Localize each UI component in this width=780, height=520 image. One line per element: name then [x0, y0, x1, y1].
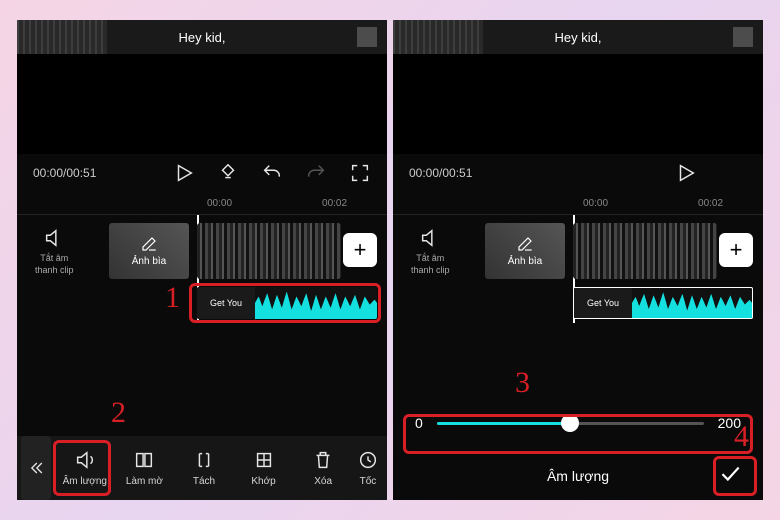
video-track[interactable]	[573, 223, 717, 279]
tool-match[interactable]: Khớp	[234, 449, 294, 487]
player-controls: 00:00/00:51	[393, 154, 763, 198]
tool-label: Làm mờ	[126, 476, 163, 487]
volume-slider[interactable]	[437, 422, 704, 425]
mute-clip-label: Tắt âm	[35, 253, 74, 265]
add-clip-button[interactable]: +	[343, 233, 377, 267]
toolbar-back-button[interactable]	[21, 436, 51, 500]
tool-label: Tách	[193, 476, 215, 487]
tool-label: Xóa	[314, 476, 332, 487]
redo-button[interactable]	[305, 162, 327, 184]
keyframe-button[interactable]	[217, 162, 239, 184]
preview-close-button[interactable]	[357, 27, 377, 47]
callout-number-4: 4	[734, 420, 749, 454]
preview-title: Hey kid,	[555, 30, 602, 45]
mute-clip-label: Tắt âm	[411, 253, 450, 265]
player-controls: 00:00/00:51	[17, 154, 387, 198]
timecode: 00:00/00:51	[409, 166, 472, 180]
audio-track-label: Get You	[574, 288, 632, 318]
tool-label: Khớp	[251, 476, 275, 487]
tool-label: Âm lượng	[63, 476, 107, 487]
mute-clip-label: thanh clip	[35, 265, 74, 277]
waveform	[255, 287, 377, 319]
video-canvas	[17, 54, 387, 154]
ruler-tick: 00:00	[583, 198, 608, 212]
preview-title: Hey kid,	[179, 30, 226, 45]
cover-clip-label: Ảnh bìa	[132, 256, 166, 267]
tool-volume[interactable]: Âm lượng	[55, 449, 115, 487]
slider-thumb[interactable]	[561, 414, 579, 432]
ruler-tick: 00:00	[207, 198, 232, 212]
timeline[interactable]: Tắt âm thanh clip Ảnh bìa + Get You	[393, 215, 763, 325]
callout-number-3: 3	[515, 366, 530, 400]
mute-clip-button[interactable]: Tắt âm thanh clip	[35, 227, 74, 276]
waveform	[632, 288, 752, 318]
audio-track-selected[interactable]: Get You	[573, 287, 753, 319]
video-preview: Hey kid,	[17, 20, 387, 54]
bottom-bar: Âm lượng	[393, 452, 763, 500]
confirm-button[interactable]	[717, 460, 751, 492]
video-track[interactable]	[197, 223, 341, 279]
mute-clip-button[interactable]: Tắt âm thanh clip	[411, 227, 450, 276]
video-canvas	[393, 54, 763, 154]
timeline-ruler: 00:00 00:02	[17, 198, 387, 212]
volume-slider-panel: 0 200	[393, 398, 763, 448]
audio-track[interactable]: Get You	[197, 287, 377, 319]
timeline-ruler: 00:00 00:02	[393, 198, 763, 212]
cover-clip-label: Ảnh bìa	[508, 256, 542, 267]
tool-delete[interactable]: Xóa	[293, 449, 353, 487]
audio-track-label: Get You	[197, 287, 255, 319]
tool-speed[interactable]: Tốc	[353, 449, 383, 487]
play-button[interactable]	[675, 162, 697, 184]
screen-step-1-2: Hey kid, 00:00/00:51 00:00 00:02 Tắt âm …	[17, 20, 387, 500]
fullscreen-button[interactable]	[349, 162, 371, 184]
undo-button[interactable]	[261, 162, 283, 184]
video-preview: Hey kid,	[393, 20, 763, 54]
tool-label: Tốc	[360, 476, 377, 487]
timecode: 00:00/00:51	[33, 166, 96, 180]
bottom-toolbar: Âm lượng Làm mờ Tách Khớp Xóa Tốc	[17, 436, 387, 500]
tool-blur[interactable]: Làm mờ	[115, 449, 175, 487]
preview-close-button[interactable]	[733, 27, 753, 47]
cover-clip[interactable]: Ảnh bìa	[109, 223, 189, 279]
panel-title: Âm lượng	[547, 468, 609, 484]
callout-number-2: 2	[111, 396, 126, 430]
cover-clip[interactable]: Ảnh bìa	[485, 223, 565, 279]
tool-split[interactable]: Tách	[174, 449, 234, 487]
add-clip-button[interactable]: +	[719, 233, 753, 267]
play-button[interactable]	[173, 162, 195, 184]
slider-min-label: 0	[415, 415, 423, 431]
callout-number-1: 1	[165, 281, 180, 315]
ruler-tick: 00:02	[698, 198, 723, 212]
timeline[interactable]: Tắt âm thanh clip Ảnh bìa + Get You 1	[17, 215, 387, 325]
screen-step-3-4: Hey kid, 00:00/00:51 00:00 00:02 Tắt âm …	[393, 20, 763, 500]
ruler-tick: 00:02	[322, 198, 347, 212]
mute-clip-label: thanh clip	[411, 265, 450, 277]
